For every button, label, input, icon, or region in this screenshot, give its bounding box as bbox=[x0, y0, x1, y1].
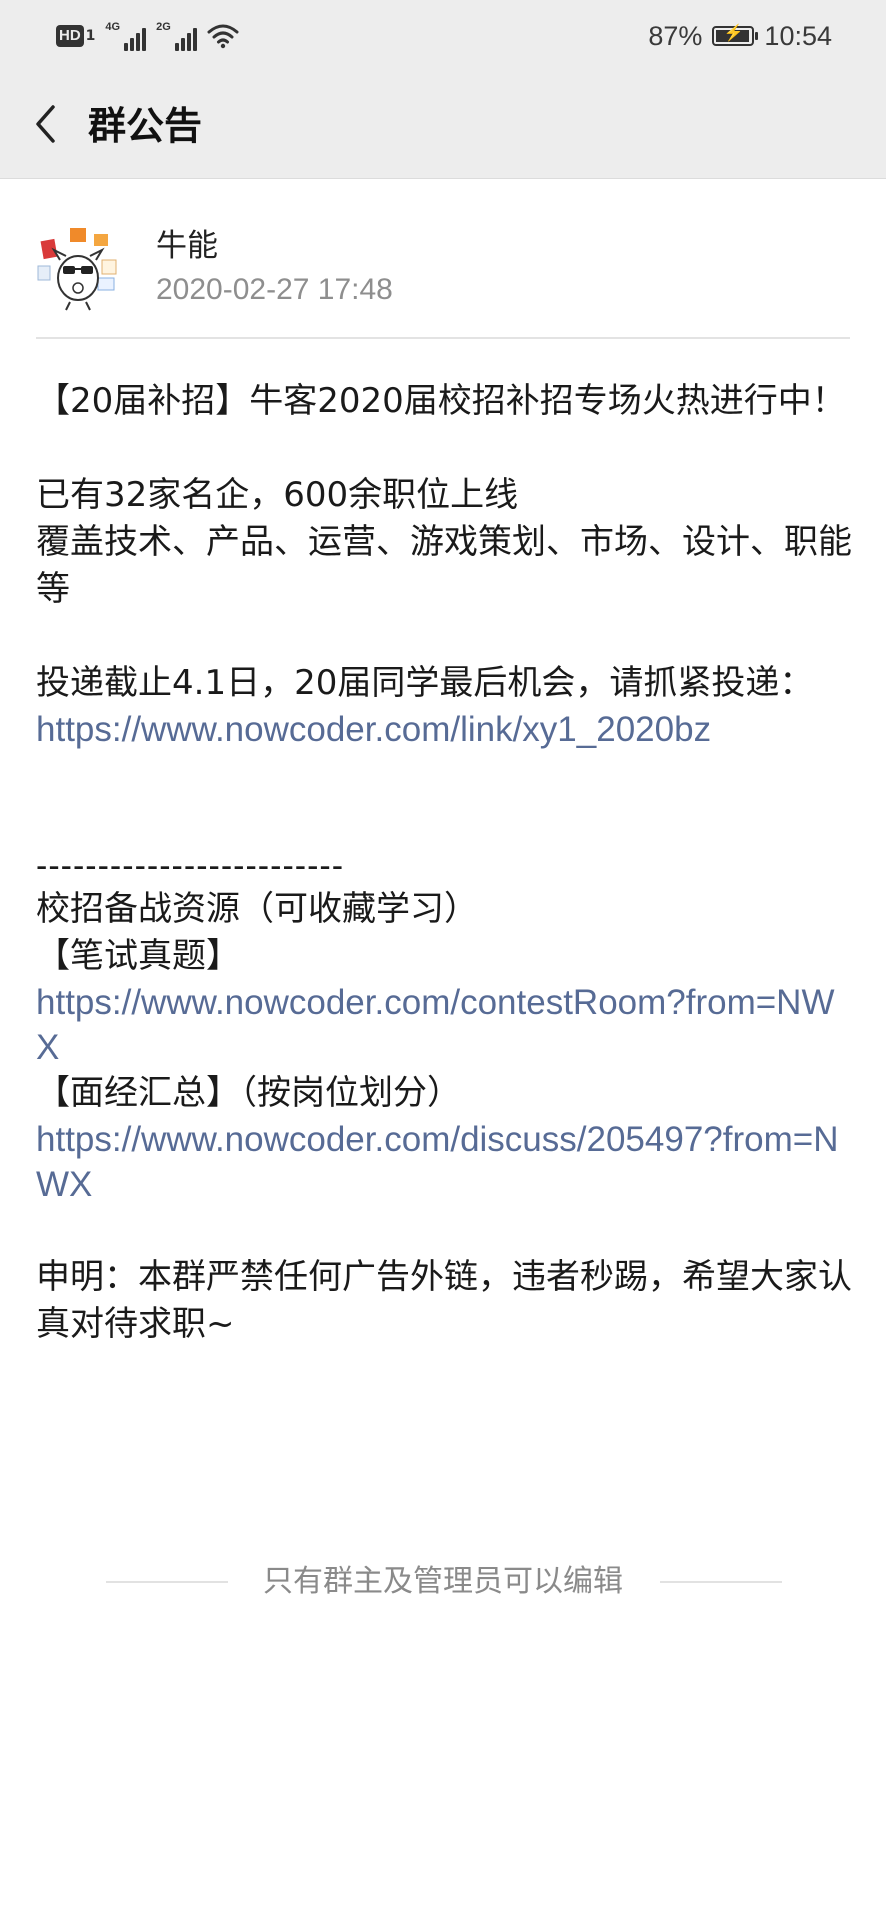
status-bar: HD 1 4G 2G 87% ⚡ 10:54 bbox=[0, 0, 886, 72]
hd-badge-sub: 1 bbox=[85, 28, 96, 44]
edit-permission-note: 只有群主及管理员可以编辑 bbox=[0, 1560, 886, 1604]
link-supplementary-recruitment[interactable]: https://www.nowcoder.com/link/xy1_2020bz bbox=[36, 707, 852, 752]
interview-label: 【面经汇总】（按岗位划分） bbox=[36, 1073, 461, 1113]
announcement-author: 牛能 2020-02-27 17:48 bbox=[36, 222, 850, 340]
hd-icon: HD 1 bbox=[56, 23, 95, 49]
announcement-declaration: 申明：本群严禁任何广告外链，违者秒踢，希望大家认真对待求职~ bbox=[36, 1257, 852, 1344]
battery-icon: ⚡ bbox=[712, 25, 759, 46]
page-title: 群公告 bbox=[88, 104, 203, 148]
chevron-left-icon bbox=[36, 105, 55, 143]
signal-4g-label: 4G bbox=[105, 21, 121, 33]
announcement-stats: 已有32家名企，600余职位上线 bbox=[36, 475, 519, 515]
publish-timestamp: 2020-02-27 17:48 bbox=[156, 273, 393, 306]
back-button[interactable] bbox=[26, 98, 66, 150]
status-indicators: HD 1 4G 2G bbox=[56, 18, 239, 54]
announcement-headline: 【20届补招】牛客2020届校招补招专场火热进行中！ bbox=[36, 381, 846, 421]
link-interview-discuss[interactable]: https://www.nowcoder.com/discuss/205497?… bbox=[36, 1117, 852, 1207]
nav-bar: 群公告 bbox=[0, 72, 886, 179]
announcement-deadline: 投递截止4.1日，20届同学最后机会，请抓紧投递： bbox=[36, 663, 814, 703]
avatar[interactable] bbox=[36, 226, 122, 312]
signal-2g-icon: 2G bbox=[156, 21, 197, 51]
status-right: 87% ⚡ 10:54 bbox=[648, 18, 832, 54]
hd-badge-label: HD bbox=[56, 25, 84, 47]
wifi-icon bbox=[207, 24, 239, 49]
divider bbox=[36, 337, 850, 339]
announcement-body: 【20届补招】牛客2020届校招补招专场火热进行中！ 已有32家名企，600余职… bbox=[36, 378, 852, 1348]
link-contest-room[interactable]: https://www.nowcoder.com/contestRoom?fro… bbox=[36, 980, 852, 1070]
resources-title: 校招备战资源（可收藏学习） bbox=[36, 889, 478, 929]
battery-percent: 87% bbox=[648, 20, 703, 51]
separator: ------------------------- bbox=[36, 847, 345, 885]
signal-4g-icon: 4G bbox=[105, 21, 147, 51]
announcement-coverage: 覆盖技术、产品、运营、游戏策划、市场、设计、职能等 bbox=[36, 522, 852, 609]
written-test-label: 【笔试真题】 bbox=[36, 936, 240, 976]
signal-2g-label: 2G bbox=[156, 21, 171, 33]
author-name: 牛能 bbox=[156, 228, 218, 264]
footer-line-right bbox=[660, 1581, 782, 1583]
clock: 10:54 bbox=[764, 20, 832, 51]
